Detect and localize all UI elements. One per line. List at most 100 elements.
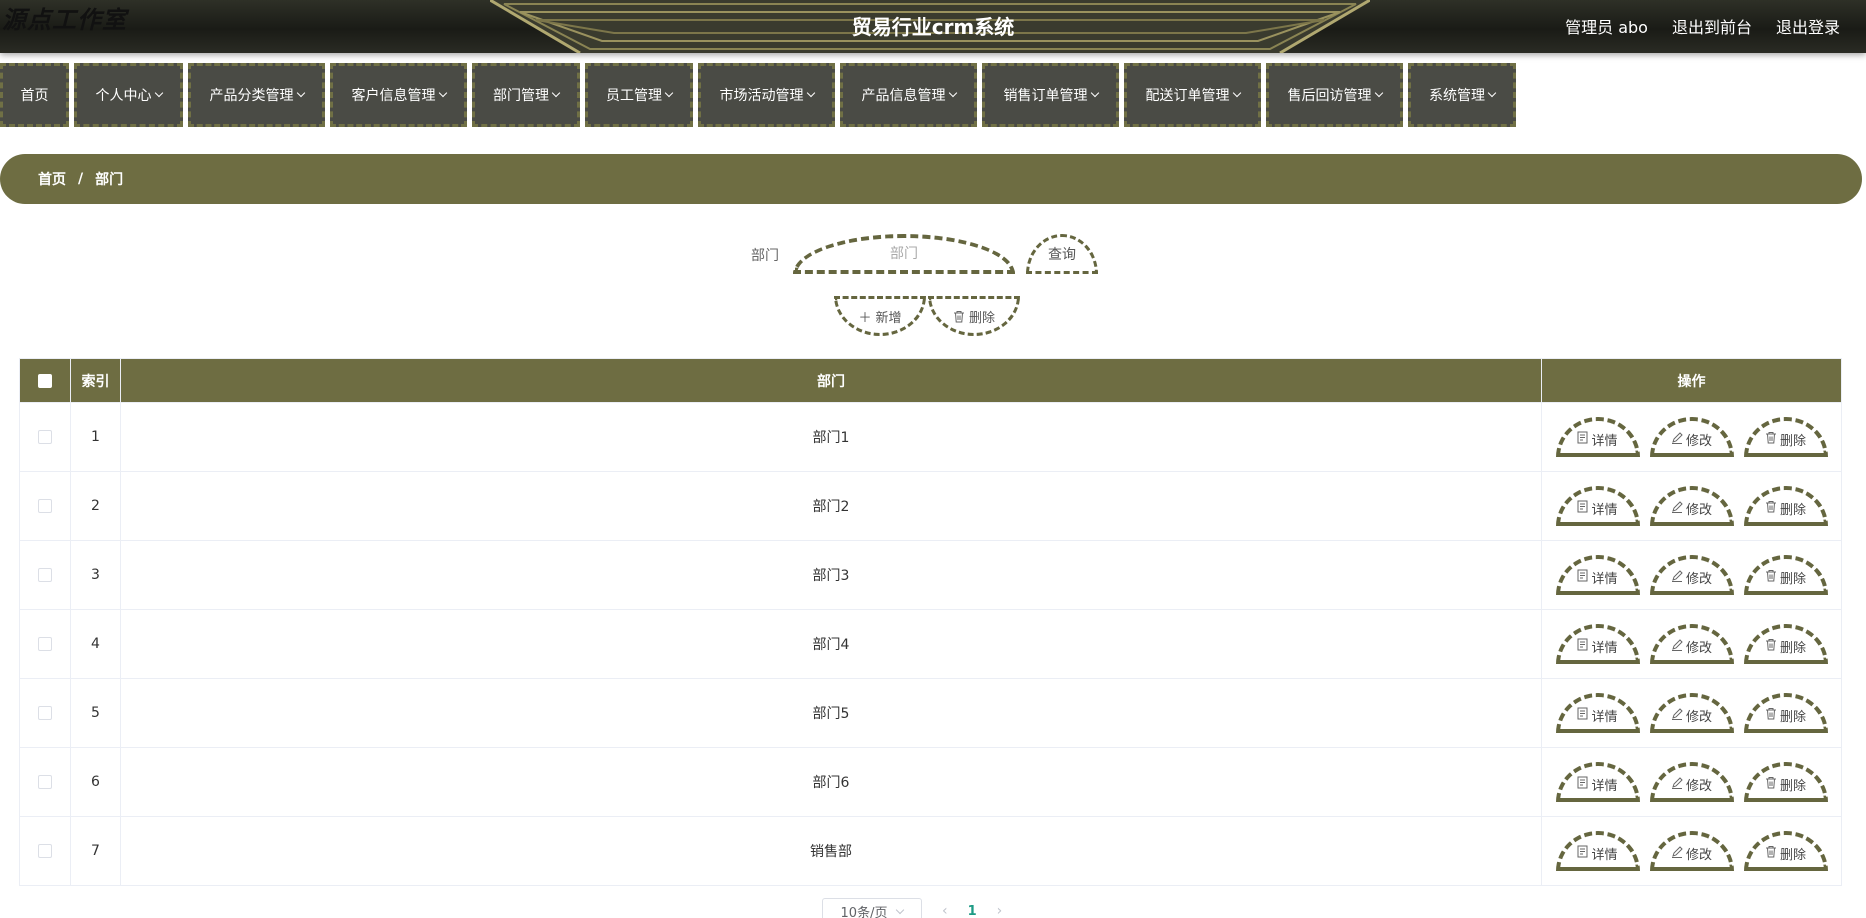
chevron-down-icon	[551, 88, 561, 98]
row-select-cell	[19, 816, 71, 886]
add-button[interactable]: ＋ 新增	[834, 296, 926, 336]
detail-button[interactable]: 详情	[1555, 762, 1640, 802]
breadcrumb-current: 部门	[95, 172, 124, 188]
row-select-cell	[19, 402, 71, 472]
row-department: 部门2	[120, 471, 1542, 541]
search-label: 部门	[751, 248, 779, 264]
nav-item-product-category[interactable]: 产品分类管理	[188, 63, 325, 127]
detail-button[interactable]: 详情	[1555, 693, 1640, 733]
row-department: 部门4	[120, 609, 1542, 679]
breadcrumb-home[interactable]: 首页	[38, 169, 66, 189]
nav-item-label: 市场活动管理	[719, 88, 804, 104]
row-checkbox[interactable]	[38, 499, 52, 513]
edit-button[interactable]: 修改	[1649, 555, 1734, 595]
nav-item-delivery-order[interactable]: 配送订单管理	[1124, 63, 1261, 127]
row-checkbox[interactable]	[38, 706, 52, 720]
edit-button[interactable]: 修改	[1649, 624, 1734, 664]
delete-button[interactable]: 删除	[1743, 555, 1828, 595]
nav-item-system[interactable]: 系统管理	[1408, 63, 1516, 127]
nav-item-marketing[interactable]: 市场活动管理	[698, 63, 835, 127]
nav-item-product-info[interactable]: 产品信息管理	[840, 63, 977, 127]
row-checkbox[interactable]	[38, 775, 52, 789]
detail-button[interactable]: 详情	[1555, 486, 1640, 526]
row-operations: 详情 修改 删除	[1541, 402, 1842, 472]
trash-icon	[1765, 569, 1777, 585]
row-operations: 详情 修改 删除	[1541, 816, 1842, 886]
row-checkbox[interactable]	[38, 637, 52, 651]
nav-item-label: 系统管理	[1429, 88, 1485, 104]
row-operations: 详情 修改 删除	[1541, 471, 1842, 541]
document-icon	[1577, 776, 1588, 792]
delete-button[interactable]: 删除	[1743, 831, 1828, 871]
nav-item-home[interactable]: 首页	[0, 63, 69, 127]
batch-delete-button[interactable]: 删除	[928, 296, 1020, 336]
next-page-icon[interactable]: ›	[997, 903, 1003, 918]
edit-button[interactable]: 修改	[1649, 693, 1734, 733]
delete-button[interactable]: 删除	[1743, 417, 1828, 457]
nav-item-personal-center[interactable]: 个人中心	[74, 63, 183, 127]
nav-item-customer-info[interactable]: 客户信息管理	[330, 63, 467, 127]
delete-button[interactable]: 删除	[1743, 693, 1828, 733]
nav-item-label: 个人中心	[95, 88, 152, 104]
nav-item-sales-order[interactable]: 销售订单管理	[982, 63, 1119, 127]
edit-label: 修改	[1685, 778, 1712, 794]
table-row: 3 部门3 详情 修改 删除	[19, 540, 1842, 610]
detail-button[interactable]: 详情	[1555, 624, 1640, 664]
select-all-checkbox[interactable]	[38, 373, 52, 388]
document-icon	[1577, 569, 1588, 585]
row-checkbox[interactable]	[38, 430, 52, 444]
plus-icon: ＋	[858, 310, 872, 326]
edit-button[interactable]: 修改	[1649, 417, 1734, 457]
column-index: 索引	[70, 358, 121, 403]
delete-label: 删除	[1779, 571, 1806, 587]
row-select-cell	[19, 609, 71, 679]
logout-link[interactable]: 退出登录	[1776, 14, 1840, 38]
detail-button[interactable]: 详情	[1555, 417, 1640, 457]
row-operations: 详情 修改 删除	[1541, 609, 1842, 679]
prev-page-icon[interactable]: ‹	[942, 903, 948, 918]
document-icon	[1577, 707, 1588, 723]
nav-item-after-sales[interactable]: 售后回访管理	[1266, 63, 1403, 127]
trash-icon	[1765, 431, 1777, 447]
table-header-row: 索引 部门 操作	[19, 358, 1842, 403]
detail-label: 详情	[1591, 571, 1618, 587]
column-department: 部门	[120, 358, 1542, 403]
detail-label: 详情	[1591, 433, 1618, 449]
delete-button[interactable]: 删除	[1743, 486, 1828, 526]
row-operations: 详情 修改 删除	[1541, 747, 1842, 817]
table-row: 2 部门2 详情 修改 删除	[19, 471, 1842, 541]
search-input[interactable]	[793, 234, 1015, 274]
delete-button[interactable]: 删除	[1743, 762, 1828, 802]
nav-item-employee[interactable]: 员工管理	[585, 63, 693, 127]
detail-button[interactable]: 详情	[1555, 831, 1640, 871]
pagination: 10条/页 ‹ 1 ›	[822, 898, 1002, 918]
delete-label: 删除	[1779, 433, 1806, 449]
row-index: 6	[70, 747, 121, 817]
query-button[interactable]: 查询	[1026, 234, 1098, 274]
exit-to-front-link[interactable]: 退出到前台	[1672, 14, 1752, 38]
header-user-links: 管理员 abo 退出到前台 退出登录	[1565, 14, 1840, 38]
delete-button[interactable]: 删除	[1743, 624, 1828, 664]
row-index: 5	[70, 678, 121, 748]
row-index: 4	[70, 609, 121, 679]
chevron-down-icon	[896, 905, 905, 914]
row-index: 7	[70, 816, 121, 886]
delete-label: 删除	[1779, 847, 1806, 863]
row-index: 3	[70, 540, 121, 610]
detail-label: 详情	[1591, 502, 1618, 518]
edit-label: 修改	[1685, 571, 1712, 587]
edit-button[interactable]: 修改	[1649, 762, 1734, 802]
nav-item-label: 售后回访管理	[1287, 88, 1372, 104]
row-department: 销售部	[120, 816, 1542, 886]
select-all-cell	[19, 358, 71, 403]
page-size-select[interactable]: 10条/页	[822, 898, 922, 918]
page-number[interactable]: 1	[968, 904, 977, 918]
trash-icon	[1765, 638, 1777, 654]
row-checkbox[interactable]	[38, 568, 52, 582]
edit-button[interactable]: 修改	[1649, 486, 1734, 526]
row-checkbox[interactable]	[38, 844, 52, 858]
edit-button[interactable]: 修改	[1649, 831, 1734, 871]
nav-item-department[interactable]: 部门管理	[472, 63, 580, 127]
detail-button[interactable]: 详情	[1555, 555, 1640, 595]
department-table: 索引 部门 操作 1 部门1 详情 修改 删除 2 部门2 详情 修改 删除 3 部门3 详情 修改 删除 4…	[19, 358, 1842, 886]
